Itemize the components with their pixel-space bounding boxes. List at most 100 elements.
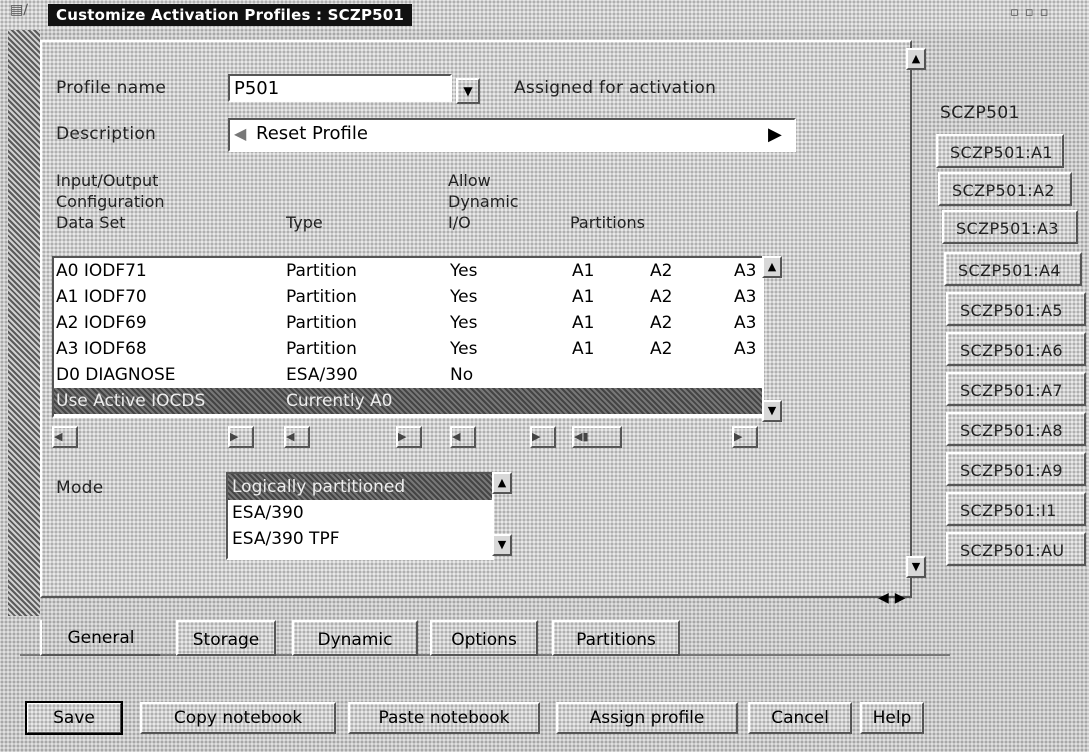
table-row[interactable]: A0 IODF71 Partition Yes A1 A2 A3 xyxy=(54,258,762,284)
chevron-down-icon[interactable]: ▼ xyxy=(456,78,480,104)
scroll-up-icon[interactable]: ▲ xyxy=(492,472,512,494)
window-left-border xyxy=(8,30,40,616)
notebook-scrollbar[interactable]: ▲ ▼ xyxy=(906,48,926,586)
tab-sczp501-a4[interactable]: SCZP501:A4 xyxy=(944,252,1082,286)
scroll-up-icon[interactable]: ▲ xyxy=(906,48,926,70)
cell-type: Partition xyxy=(286,287,357,307)
header-line: Data Set xyxy=(56,213,126,232)
tab-sczp501-a3[interactable]: SCZP501:A3 xyxy=(942,210,1078,244)
cell-partition: A3 xyxy=(734,261,757,281)
column-header-partitions: Partitions xyxy=(570,213,646,232)
cell-partition: A2 xyxy=(650,339,673,359)
mode-label: Mode xyxy=(56,478,104,498)
scroll-down-icon[interactable]: ▼ xyxy=(762,400,782,422)
cell-data-set: Use Active IOCDS xyxy=(56,391,206,411)
copy-notebook-button[interactable]: Copy notebook xyxy=(140,702,336,734)
header-line: Configuration xyxy=(56,192,165,211)
cell-partition: A2 xyxy=(650,261,673,281)
table-row[interactable]: A2 IODF69 Partition Yes A1 A2 A3 xyxy=(54,310,762,336)
mode-option[interactable]: ESA/390 TPF xyxy=(228,526,492,552)
cell-partition: A1 xyxy=(572,339,595,359)
cell-partition: A3 xyxy=(734,339,757,359)
scroll-left-icon[interactable]: ◀ xyxy=(52,426,78,448)
cell-type: ESA/390 xyxy=(286,365,358,385)
cell-data-set: A3 IODF68 xyxy=(56,339,147,359)
header-line: I/O xyxy=(448,213,471,232)
description-value: Reset Profile xyxy=(256,123,368,144)
tab-storage[interactable]: Storage xyxy=(176,620,276,656)
scroll-right-icon[interactable]: ▶ xyxy=(228,426,254,448)
save-button[interactable]: Save xyxy=(25,701,123,735)
tab-dynamic[interactable]: Dynamic xyxy=(292,620,418,656)
scroll-right-icon[interactable]: ▶ xyxy=(396,426,422,448)
cell-partition: A2 xyxy=(650,313,673,333)
scroll-down-icon[interactable]: ▼ xyxy=(906,556,926,578)
tab-sczp501-a1[interactable]: SCZP501:A1 xyxy=(936,134,1064,168)
column-header-type: Type xyxy=(286,213,323,232)
tab-options[interactable]: Options xyxy=(430,620,538,656)
cell-dynamic-io: Yes xyxy=(450,313,478,333)
cancel-button[interactable]: Cancel xyxy=(748,702,852,734)
tab-sczp501-a9[interactable]: SCZP501:A9 xyxy=(946,452,1086,486)
tab-sczp501-a7[interactable]: SCZP501:A7 xyxy=(946,372,1086,406)
scroll-up-icon[interactable]: ▲ xyxy=(762,256,782,278)
mode-listbox[interactable]: Logically partitioned ESA/390 ESA/390 TP… xyxy=(226,472,494,560)
scroll-left-icon[interactable]: ◀ xyxy=(450,426,476,448)
tab-partitions[interactable]: Partitions xyxy=(552,620,680,656)
window-controls[interactable]: ▫▫▫ xyxy=(1010,5,1080,25)
table-row-selected[interactable]: Use Active IOCDS Currently A0 xyxy=(54,388,762,414)
tab-header-sczp501[interactable]: SCZP501 xyxy=(928,96,1078,130)
table-row[interactable]: A1 IODF70 Partition Yes A1 A2 A3 xyxy=(54,284,762,310)
page-navigation[interactable]: ◀▶ xyxy=(878,590,922,608)
cell-partition: A2 xyxy=(650,287,673,307)
table-row[interactable]: A3 IODF68 Partition Yes A1 A2 A3 xyxy=(54,336,762,362)
next-page-icon[interactable]: ▶ xyxy=(895,590,912,606)
tab-sczp501-a6[interactable]: SCZP501:A6 xyxy=(946,332,1086,366)
scroll-left-icon[interactable]: ◀ xyxy=(234,124,246,143)
scroll-down-icon[interactable]: ▼ xyxy=(492,534,512,556)
description-label: Description xyxy=(56,124,157,144)
cell-partition: A3 xyxy=(734,287,757,307)
window-title: Customize Activation Profiles : SCZP501 xyxy=(48,4,413,26)
cell-type: Partition xyxy=(286,313,357,333)
table-horizontal-scrollbars[interactable]: ◀ ▶ ◀ ▶ ◀ ▶ ◀▮ ▶ xyxy=(52,426,782,448)
scroll-right-icon[interactable]: ▶ xyxy=(530,426,556,448)
previous-page-icon[interactable]: ◀ xyxy=(878,590,895,606)
tab-sczp501-a2[interactable]: SCZP501:A2 xyxy=(938,172,1072,206)
cell-dynamic-io: Yes xyxy=(450,339,478,359)
tab-sczp501-au[interactable]: SCZP501:AU xyxy=(946,532,1086,566)
cell-dynamic-io: No xyxy=(450,365,474,385)
assigned-for-activation-label: Assigned for activation xyxy=(514,78,717,98)
scroll-left-icon[interactable]: ◀ xyxy=(284,426,310,448)
mode-scrollbar[interactable]: ▲ ▼ xyxy=(492,472,512,556)
scroll-right-icon[interactable]: ▶ xyxy=(768,124,782,145)
cell-partition: A1 xyxy=(572,287,595,307)
column-header-dynamic-io: Allow Dynamic I/O xyxy=(448,170,519,233)
profile-name-label: Profile name xyxy=(56,78,167,98)
cell-data-set: A0 IODF71 xyxy=(56,261,147,281)
scroll-right-icon[interactable]: ▶ xyxy=(732,426,758,448)
mode-option-selected[interactable]: Logically partitioned xyxy=(228,474,492,500)
cell-partition: A1 xyxy=(572,261,595,281)
cell-type: Currently A0 xyxy=(286,391,393,411)
iocds-table[interactable]: A0 IODF71 Partition Yes A1 A2 A3 A1 IODF… xyxy=(52,256,764,418)
assign-profile-button[interactable]: Assign profile xyxy=(556,702,738,734)
tab-sczp501-a5[interactable]: SCZP501:A5 xyxy=(946,292,1086,326)
tab-general[interactable]: General xyxy=(40,620,160,656)
cell-dynamic-io: Yes xyxy=(450,287,478,307)
scroll-left-icon[interactable]: ◀▮ xyxy=(572,426,622,448)
profile-name-input[interactable]: P501 xyxy=(228,74,452,102)
tab-sczp501-a8[interactable]: SCZP501:A8 xyxy=(946,412,1086,446)
cell-data-set: A1 IODF70 xyxy=(56,287,147,307)
help-button[interactable]: Help xyxy=(860,702,924,734)
cell-partition: A1 xyxy=(572,313,595,333)
cell-type: Partition xyxy=(286,261,357,281)
mode-option[interactable]: ESA/390 xyxy=(228,500,492,526)
paste-notebook-button[interactable]: Paste notebook xyxy=(348,702,540,734)
table-vertical-scrollbar[interactable]: ▲ ▼ xyxy=(762,256,782,422)
description-field[interactable]: ◀ Reset Profile ▶ xyxy=(228,118,796,152)
system-menu-icon[interactable]: ▤∕ xyxy=(10,2,44,28)
cell-data-set: D0 DIAGNOSE xyxy=(56,365,176,385)
table-row[interactable]: D0 DIAGNOSE ESA/390 No xyxy=(54,362,762,388)
tab-sczp501-i1[interactable]: SCZP501:I1 xyxy=(946,492,1086,526)
